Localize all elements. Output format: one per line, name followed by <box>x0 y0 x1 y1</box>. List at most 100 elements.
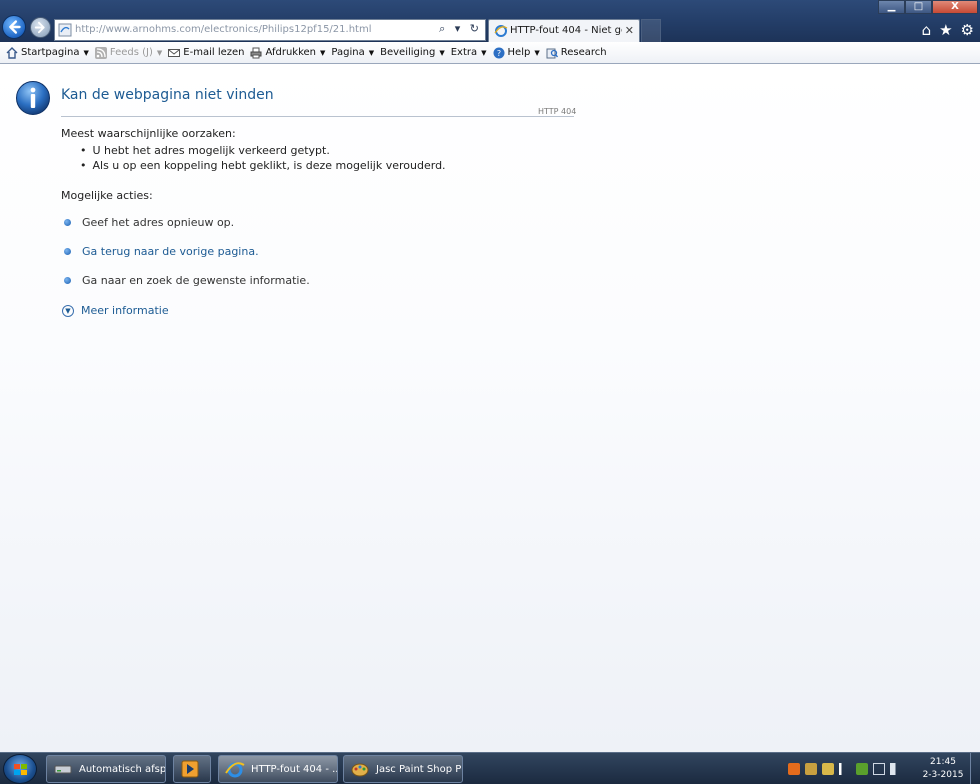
clock-date: 2-3-2015 <box>922 770 964 780</box>
command-label: Pagina <box>331 47 365 58</box>
paint-shop-pro-icon <box>351 763 369 777</box>
dropdown-arrow-icon[interactable]: ▼ <box>534 49 539 57</box>
close-window-button[interactable]: X <box>932 0 978 14</box>
browser-right-toolbar: ⌂ ★ ⚙ <box>922 21 974 39</box>
mail-icon <box>168 47 181 59</box>
action-go-back-link[interactable]: Ga terug naar de vorige pagina. <box>64 245 259 258</box>
help-icon: ? <box>493 47 505 59</box>
taskbar-item-media-player[interactable] <box>173 755 211 783</box>
back-button[interactable] <box>2 15 26 39</box>
chevron-down-icon: ▼ <box>62 304 74 317</box>
taskbar-item-label: Jasc Paint Shop Pr... <box>376 763 462 775</box>
error-page: Kan de webpagina niet vinden HTTP 404 Me… <box>0 65 980 752</box>
dropdown-arrow-icon[interactable]: ▼ <box>320 49 325 57</box>
page-title: Kan de webpagina niet vinden <box>61 87 274 103</box>
action-label: Ga naar en zoek de gewenste informatie. <box>82 274 310 287</box>
command-label: Beveiliging <box>380 47 436 58</box>
taskbar-item-label: HTTP-fout 404 - ... <box>251 763 338 775</box>
dropdown-arrow-icon[interactable]: ▼ <box>439 49 444 57</box>
ie-tab-icon <box>494 25 508 37</box>
cause-item: U hebt het adres mogelijk verkeerd getyp… <box>80 144 446 159</box>
start-button[interactable] <box>3 754 37 784</box>
windows-taskbar: Automatisch afsp... HTTP-fout 404 - ... … <box>0 752 980 784</box>
windows-logo-icon <box>14 764 27 775</box>
bullet-icon <box>64 277 71 284</box>
taskbar-item-paint-shop-pro[interactable]: Jasc Paint Shop Pr... <box>343 755 463 783</box>
command-e-mail-lezen[interactable]: E-mail lezen <box>168 47 244 59</box>
action-label: Geef het adres opnieuw op. <box>82 216 235 229</box>
home-icon[interactable]: ⌂ <box>922 21 932 39</box>
address-bar[interactable]: http://www.arnohms.com/electronics/Phili… <box>54 19 486 41</box>
command-label: Feeds (J) <box>109 47 153 58</box>
action-retype-address: Geef het adres opnieuw op. <box>64 216 234 229</box>
command-label: Extra <box>450 47 478 58</box>
action-label[interactable]: Ga terug naar de vorige pagina. <box>82 245 259 258</box>
dropdown-arrow-icon[interactable]: ▼ <box>481 49 486 57</box>
causes-heading: Meest waarschijnlijke oorzaken: <box>61 127 236 140</box>
taskbar-item-label: Automatisch afsp... <box>79 763 166 775</box>
tray-nvidia-icon[interactable] <box>856 763 868 775</box>
system-clock[interactable]: 21:45 2-3-2015 <box>920 756 966 782</box>
command-extra[interactable]: Extra ▼ <box>451 47 487 58</box>
tray-app-icon[interactable] <box>788 763 800 775</box>
causes-list: U hebt het adres mogelijk verkeerd getyp… <box>80 144 446 174</box>
tab-close-icon[interactable]: ✕ <box>625 24 634 37</box>
more-info-label[interactable]: Meer informatie <box>81 304 169 317</box>
bullet-icon <box>64 219 71 226</box>
new-tab-button[interactable] <box>641 19 661 42</box>
command-label: E-mail lezen <box>183 47 245 58</box>
command-help[interactable]: ? Help ▼ <box>493 47 540 59</box>
cause-item: Als u op een koppeling hebt geklikt, is … <box>80 159 446 174</box>
volume-icon[interactable] <box>890 763 902 775</box>
command-label: Startpagina <box>21 47 80 58</box>
bullet-icon <box>64 248 71 255</box>
command-startpagina[interactable]: Startpagina ▼ <box>6 46 89 59</box>
dropdown-arrow-icon[interactable]: ▼ <box>369 49 374 57</box>
taskbar-item-internet-explorer[interactable]: HTTP-fout 404 - ... <box>218 755 338 783</box>
favorites-star-icon[interactable]: ★ <box>939 21 952 39</box>
arrow-right-icon <box>34 21 45 34</box>
rss-icon <box>94 46 107 59</box>
research-icon <box>546 47 558 59</box>
action-search-info: Ga naar en zoek de gewenste informatie. <box>64 274 310 287</box>
command-beveiliging[interactable]: Beveiliging ▼ <box>380 47 445 58</box>
address-url[interactable]: http://www.arnohms.com/electronics/Phili… <box>75 24 371 35</box>
maximize-button[interactable]: □ <box>905 0 932 14</box>
command-feeds-j[interactable]: Feeds (J) ▼ <box>94 46 162 59</box>
address-search-refresh-icon[interactable]: ⌕ ▾ ↻ <box>439 22 482 36</box>
page-favicon-icon <box>58 23 72 37</box>
network-icon[interactable] <box>873 763 885 775</box>
svg-text:?: ? <box>496 49 500 58</box>
dropdown-arrow-icon[interactable]: ▼ <box>157 49 162 57</box>
show-desktop-button[interactable] <box>970 753 980 784</box>
command-pagina[interactable]: Pagina ▼ <box>331 47 374 58</box>
taskbar-item-autoplay[interactable]: Automatisch afsp... <box>46 755 166 783</box>
tray-app-icon[interactable] <box>822 763 834 775</box>
tools-gear-icon[interactable]: ⚙ <box>961 21 974 39</box>
internet-explorer-icon <box>225 762 245 778</box>
media-player-icon <box>181 760 199 778</box>
title-divider <box>61 116 574 117</box>
more-info-link[interactable]: ▼ Meer informatie <box>62 304 169 317</box>
tab-http-404[interactable]: HTTP-fout 404 - Niet gevo... ✕ <box>488 19 640 42</box>
home-icon <box>6 46 18 59</box>
system-tray <box>788 763 902 775</box>
command-bar: Startpagina ▼ Feeds (J) ▼ E-mail lezen Afdruk… <box>0 42 980 64</box>
browser-titlebar: http://www.arnohms.com/electronics/Phili… <box>0 0 980 42</box>
forward-button[interactable] <box>30 17 51 38</box>
drive-icon <box>54 765 72 774</box>
http-status-code: HTTP 404 <box>538 107 577 116</box>
clock-time: 21:45 <box>930 757 956 767</box>
command-label: Research <box>560 47 607 58</box>
minimize-button[interactable]: ▁ <box>878 0 905 14</box>
dropdown-arrow-icon[interactable]: ▼ <box>84 49 89 57</box>
tab-title: HTTP-fout 404 - Niet gevo... <box>510 25 622 36</box>
tray-app-icon[interactable] <box>805 763 817 775</box>
info-icon <box>16 81 50 115</box>
action-center-flag-icon[interactable] <box>839 763 851 775</box>
arrow-left-icon <box>9 20 21 34</box>
command-afdrukken[interactable]: Afdrukken ▼ <box>250 47 325 59</box>
command-research[interactable]: Research <box>546 47 607 59</box>
printer-icon <box>250 47 262 59</box>
actions-heading: Mogelijke acties: <box>61 189 153 202</box>
